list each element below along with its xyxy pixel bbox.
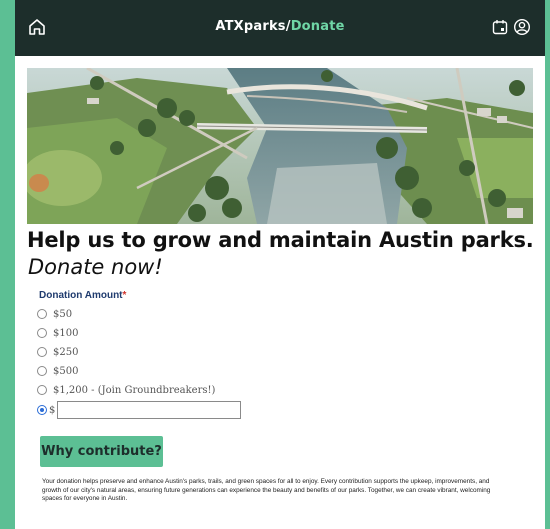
option-label: $100 bbox=[53, 327, 79, 339]
section-name: Donate bbox=[290, 19, 345, 34]
radio-custom[interactable] bbox=[37, 405, 47, 415]
option-label: $50 bbox=[53, 308, 73, 320]
option-label: $250 bbox=[53, 346, 79, 358]
radio-50[interactable] bbox=[37, 309, 47, 319]
option-label: $1,200 - (Join Groundbreakers!) bbox=[53, 384, 216, 396]
radio-250[interactable] bbox=[37, 347, 47, 357]
calendar-icon[interactable] bbox=[491, 18, 509, 36]
donation-blurb: Your donation helps preserve and enhance… bbox=[42, 478, 491, 503]
user-icon[interactable] bbox=[513, 18, 531, 36]
required-marker: * bbox=[122, 290, 127, 301]
app-title: ATXparks/Donate bbox=[15, 19, 545, 34]
currency-prefix: $ bbox=[49, 404, 56, 416]
donation-option-250[interactable]: $250 bbox=[37, 345, 78, 359]
brand-name: ATXparks bbox=[215, 19, 286, 34]
donation-amount-label-text: Donation Amount bbox=[39, 290, 123, 301]
radio-500[interactable] bbox=[37, 366, 47, 376]
donation-option-1200[interactable]: $1,200 - (Join Groundbreakers!) bbox=[37, 383, 215, 397]
custom-amount-input[interactable] bbox=[57, 401, 242, 419]
top-bar: ATXparks/Donate bbox=[15, 0, 545, 56]
radio-100[interactable] bbox=[37, 328, 47, 338]
page-headline: Help us to grow and maintain Austin park… bbox=[27, 228, 534, 252]
app-frame: ATXparks/Donate Help us to grow and main… bbox=[15, 0, 545, 529]
option-label: $500 bbox=[53, 365, 79, 377]
custom-amount-row[interactable]: $ bbox=[37, 401, 242, 419]
donation-amount-label: Donation Amount* bbox=[39, 290, 126, 301]
why-contribute-button[interactable]: Why contribute? bbox=[40, 436, 163, 467]
page-subhead: Donate now! bbox=[28, 255, 163, 279]
donation-option-500[interactable]: $500 bbox=[37, 364, 78, 378]
donation-option-50[interactable]: $50 bbox=[37, 307, 72, 321]
donation-option-100[interactable]: $100 bbox=[37, 326, 78, 340]
radio-1200[interactable] bbox=[37, 385, 47, 395]
hero-image bbox=[27, 68, 533, 224]
